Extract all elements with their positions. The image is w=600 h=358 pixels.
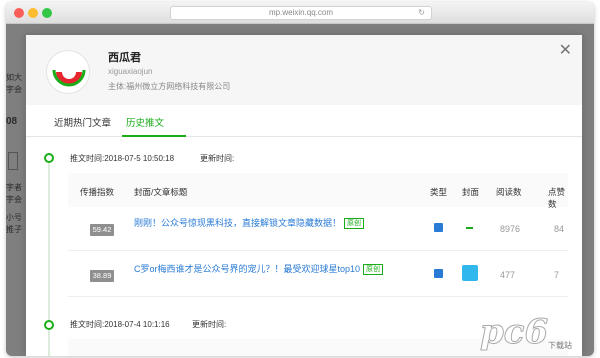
like-count: 84 — [554, 224, 565, 234]
browser-window: mp.weixin.qq.com ↻ 如大 字会 08 字者 字会 小号 推子 … — [6, 2, 594, 356]
table-header: 传播指数 封面/文章标题 类型 封面 阅读数 点赞数 — [68, 173, 568, 209]
minimize-window-button[interactable] — [28, 8, 38, 18]
site-watermark: pc6 下载站 — [479, 312, 592, 353]
article-title: C罗or梅西谁才是公众号界的宠儿？！最受欢迎球星top10 — [134, 264, 361, 274]
table-row: 59.42 刚刚！公众号惊现黑科技，直接解锁文章隐藏数据！ 原创 8976 84 — [68, 209, 568, 251]
background-box — [8, 152, 18, 170]
account-logo — [46, 50, 90, 94]
tab-recent-hot[interactable]: 近期热门文章 — [54, 115, 111, 129]
cover-thumbnail[interactable] — [462, 265, 478, 281]
like-count: 7 — [554, 270, 560, 280]
background-text: 字会 — [6, 85, 22, 94]
watermark-brand: pc6 — [479, 312, 549, 353]
update-time-label: 更新时间: — [192, 320, 227, 329]
push-time: 推文时间:2018-07-5 10:50:18 — [70, 154, 175, 163]
article-title-link[interactable]: 刚刚！公众号惊现黑科技，直接解锁文章隐藏数据！ 原创 — [134, 217, 384, 230]
read-count: 8976 — [500, 224, 521, 234]
watermelon-logo-icon — [52, 69, 86, 87]
modal-header: 西瓜君 xiguaxiaojun 主体:福州微立方网络科技有限公司 ✕ — [26, 35, 582, 105]
background-text: 如大 — [6, 73, 22, 82]
browser-titlebar: mp.weixin.qq.com ↻ — [6, 2, 594, 24]
zoom-window-button[interactable] — [42, 8, 52, 18]
background-text: 小号 — [6, 213, 22, 222]
address-text: mp.weixin.qq.com — [268, 8, 334, 17]
article-title-link[interactable]: C罗or梅西谁才是公众号界的宠儿？！最受欢迎球星top10 原创 — [134, 263, 384, 276]
account-entity: 主体:福州微立方网络科技有限公司 — [108, 82, 231, 91]
background-text: 08 — [6, 116, 18, 127]
background-text: 字会 — [6, 195, 22, 204]
image-type-icon — [434, 269, 443, 278]
address-bar[interactable]: mp.weixin.qq.com ↻ — [170, 6, 432, 20]
push-time: 推文时间:2018-07-4 10:1:16 — [70, 320, 170, 329]
background-text: 字者 — [6, 183, 22, 192]
account-detail-modal: 西瓜君 xiguaxiaojun 主体:福州微立方网络科技有限公司 ✕ 近期热门… — [26, 35, 582, 356]
header-cover: 封面 — [462, 187, 480, 197]
account-id: xiguaxiaojun — [108, 67, 153, 76]
cover-thumbnail[interactable] — [466, 227, 473, 229]
timeline-node — [44, 320, 54, 330]
reload-icon[interactable]: ↻ — [418, 7, 425, 19]
background-text: 推子 — [6, 225, 22, 234]
update-time-label: 更新时间: — [200, 154, 235, 163]
article-title: 刚刚！公众号惊现黑科技，直接解锁文章隐藏数据！ — [134, 218, 342, 228]
timeline-node — [44, 153, 54, 163]
tab-bar: 近期热门文章 历史推文 — [26, 105, 582, 137]
tab-history-posts[interactable]: 历史推文 — [126, 115, 164, 129]
original-badge: 原创 — [363, 264, 384, 276]
close-window-button[interactable] — [14, 8, 24, 18]
close-icon[interactable]: ✕ — [559, 43, 572, 59]
header-reads: 阅读数 — [496, 187, 522, 197]
read-count: 477 — [500, 270, 516, 280]
account-name: 西瓜君 — [108, 52, 141, 64]
table-row: 38.89 C罗or梅西谁才是公众号界的宠儿？！最受欢迎球星top10 原创 47… — [68, 255, 568, 297]
header-likes: 点赞数 — [548, 187, 566, 209]
watermark-sub: 下载站 — [548, 341, 572, 350]
original-badge: 原创 — [344, 218, 365, 230]
header-cover-title: 封面/文章标题 — [134, 187, 188, 197]
spread-index-badge: 59.42 — [90, 224, 114, 236]
image-type-icon — [434, 223, 443, 232]
active-tab-indicator — [122, 135, 186, 137]
header-spread-index: 传播指数 — [80, 187, 115, 197]
spread-index-badge: 38.89 — [90, 270, 114, 282]
header-type: 类型 — [430, 187, 448, 197]
